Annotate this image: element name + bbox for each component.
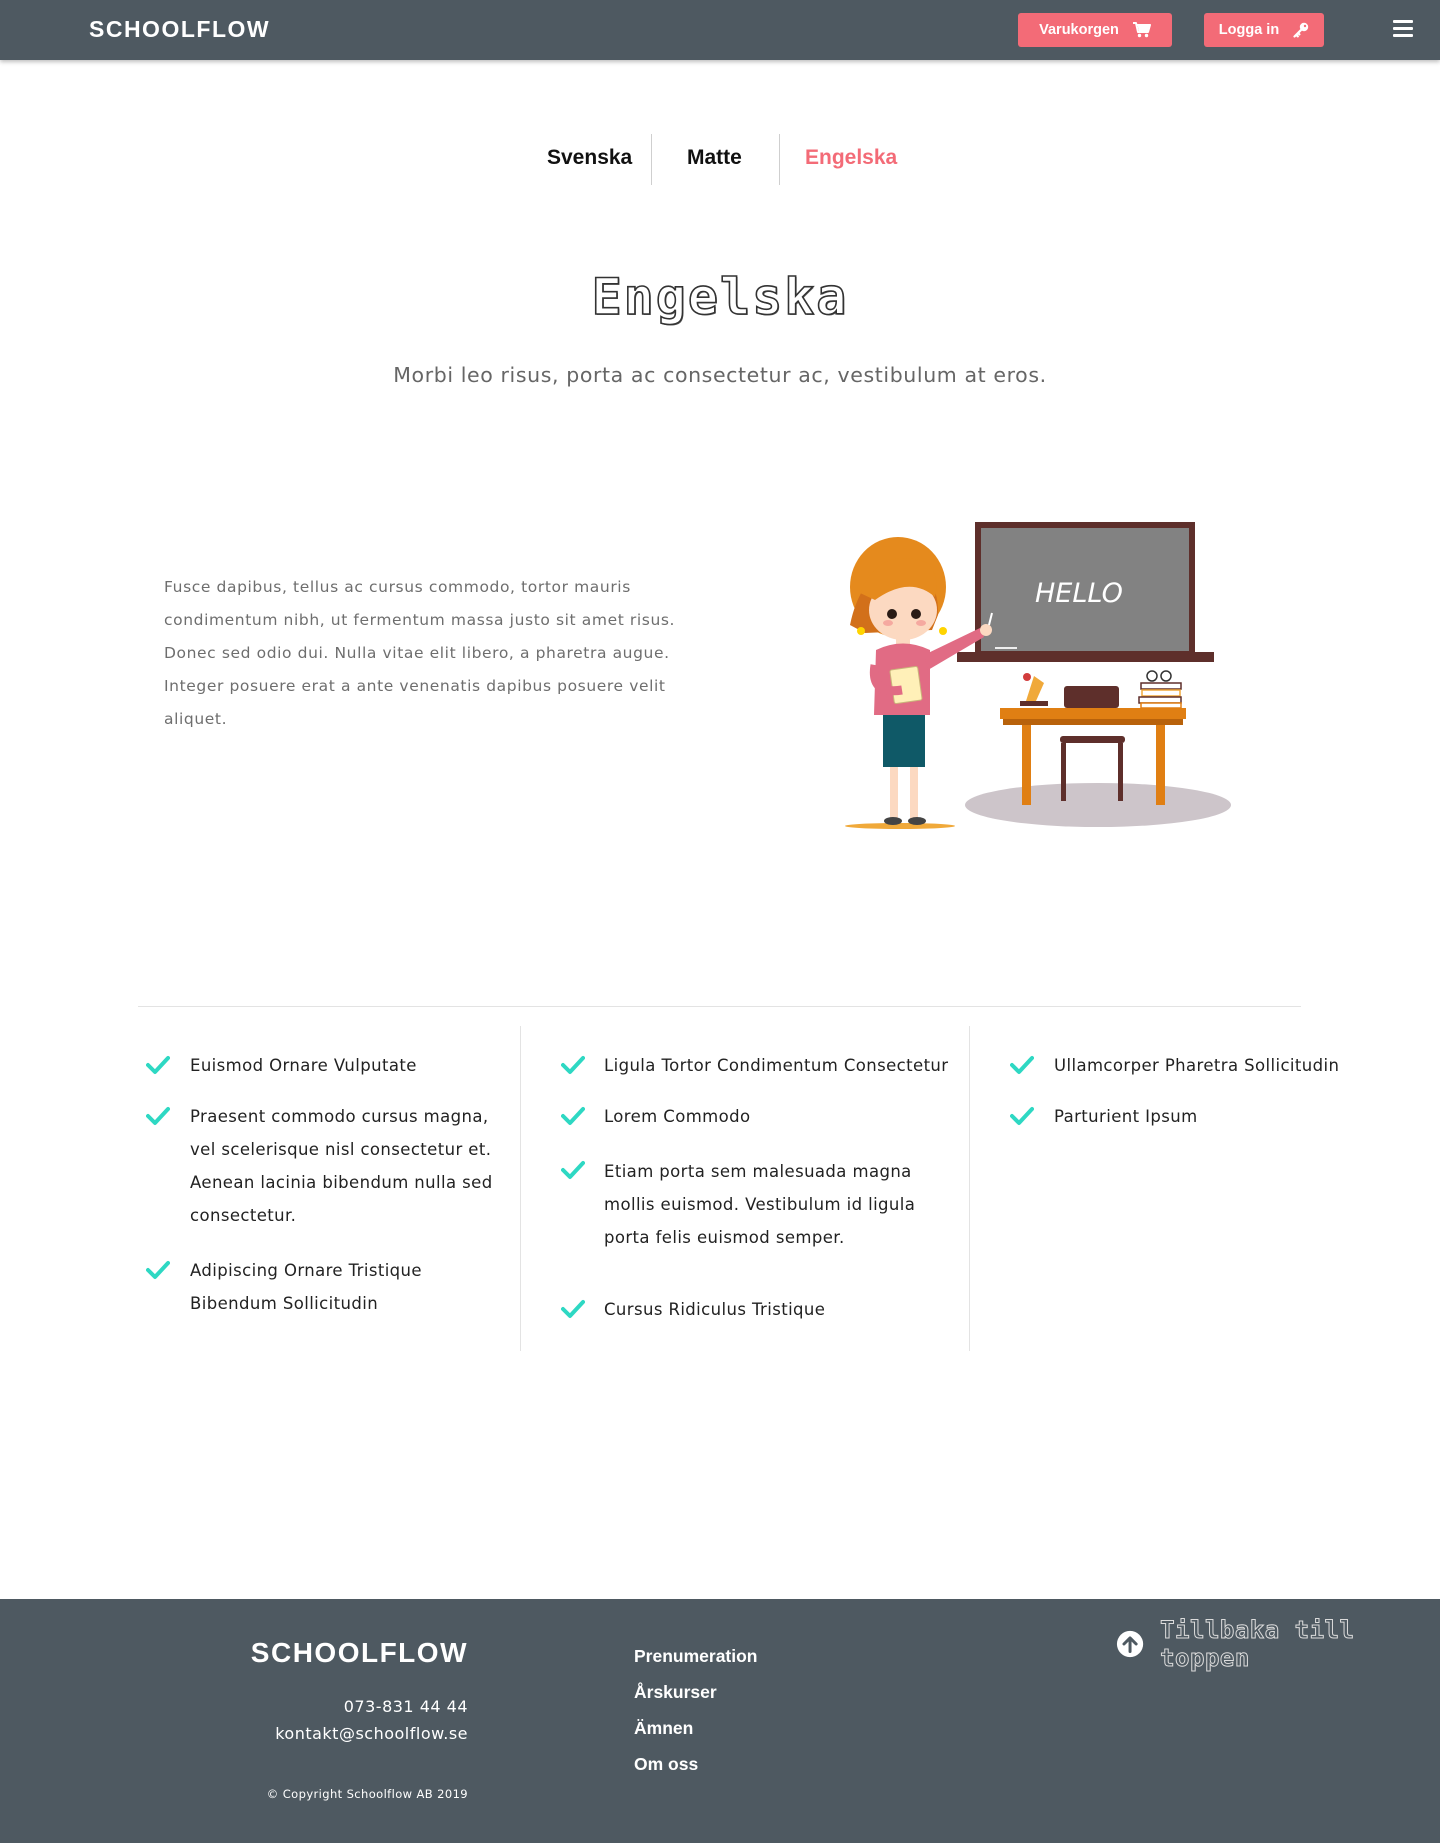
feature-item: Ullamcorper Pharetra Sollicitudin <box>1054 1056 1340 1075</box>
feature-item: Lorem Commodo <box>604 1107 751 1126</box>
section-divider <box>138 1006 1301 1007</box>
check-icon <box>146 1056 170 1074</box>
feature-item: Ligula Tortor Condimentum Consectetur <box>604 1056 949 1075</box>
site-logo[interactable]: SCHOOLFLOW <box>89 16 270 43</box>
tab-divider <box>779 134 780 185</box>
check-icon <box>561 1300 585 1318</box>
footer-link-om-oss[interactable]: Om oss <box>634 1754 698 1775</box>
footer-phone[interactable]: 073-831 44 44 <box>344 1697 468 1716</box>
feature-item: Cursus Ridiculus Tristique <box>604 1300 826 1319</box>
top-navbar: SCHOOLFLOW Varukorgen Logga in <box>0 0 1440 60</box>
page-subtitle: Morbi leo risus, porta ac consectetur ac… <box>393 363 1047 387</box>
login-button[interactable]: Logga in <box>1204 13 1324 47</box>
feature-item: Euismod Ornare Vulputate <box>190 1056 417 1075</box>
check-icon <box>146 1261 170 1279</box>
chalkboard-text: HELLO <box>1035 578 1123 609</box>
footer-email[interactable]: kontakt@schoolflow.se <box>275 1724 468 1743</box>
back-to-top-link[interactable]: Tillbaka till toppen <box>1116 1616 1440 1673</box>
check-icon <box>1010 1056 1034 1074</box>
feature-item: Parturient Ipsum <box>1054 1107 1198 1126</box>
check-icon <box>146 1107 170 1125</box>
key-icon <box>1293 22 1309 38</box>
page-title: Engelska <box>591 267 849 327</box>
hamburger-menu-icon[interactable] <box>1393 20 1413 40</box>
check-icon <box>561 1107 585 1125</box>
footer-link-amnen[interactable]: Ämnen <box>634 1718 693 1739</box>
footer-link-prenumeration[interactable]: Prenumeration <box>634 1646 758 1667</box>
shopping-cart-icon <box>1132 22 1151 38</box>
cart-button-label: Varukorgen <box>1039 22 1119 38</box>
feature-item: Adipiscing Ornare Tristique Bibendum Sol… <box>190 1261 422 1313</box>
tab-divider <box>651 134 652 185</box>
footer-logo[interactable]: SCHOOLFLOW <box>251 1637 468 1669</box>
tab-engelska[interactable]: Engelska <box>805 146 897 170</box>
feature-item: Praesent commodo cursus magna, vel scele… <box>190 1107 493 1225</box>
arrow-up-circle-icon <box>1116 1630 1144 1658</box>
cart-button[interactable]: Varukorgen <box>1018 13 1172 47</box>
check-icon <box>561 1056 585 1074</box>
column-divider <box>969 1026 970 1351</box>
footer-link-arskurser[interactable]: Årskurser <box>634 1682 717 1703</box>
teacher-illustration: HELLO <box>845 522 1231 829</box>
tab-matte[interactable]: Matte <box>687 146 742 170</box>
check-icon <box>1010 1107 1034 1125</box>
login-button-label: Logga in <box>1218 22 1280 38</box>
intro-paragraph: Fusce dapibus, tellus ac cursus commodo,… <box>164 578 676 728</box>
column-divider <box>520 1026 521 1351</box>
back-to-top-label: Tillbaka till toppen <box>1160 1616 1355 1673</box>
check-icon <box>561 1161 585 1179</box>
footer-copyright: © Copyright Schoolflow AB 2019 <box>266 1787 468 1801</box>
tab-svenska[interactable]: Svenska <box>547 146 632 170</box>
feature-item: Etiam porta sem malesuada magna mollis e… <box>604 1162 916 1247</box>
